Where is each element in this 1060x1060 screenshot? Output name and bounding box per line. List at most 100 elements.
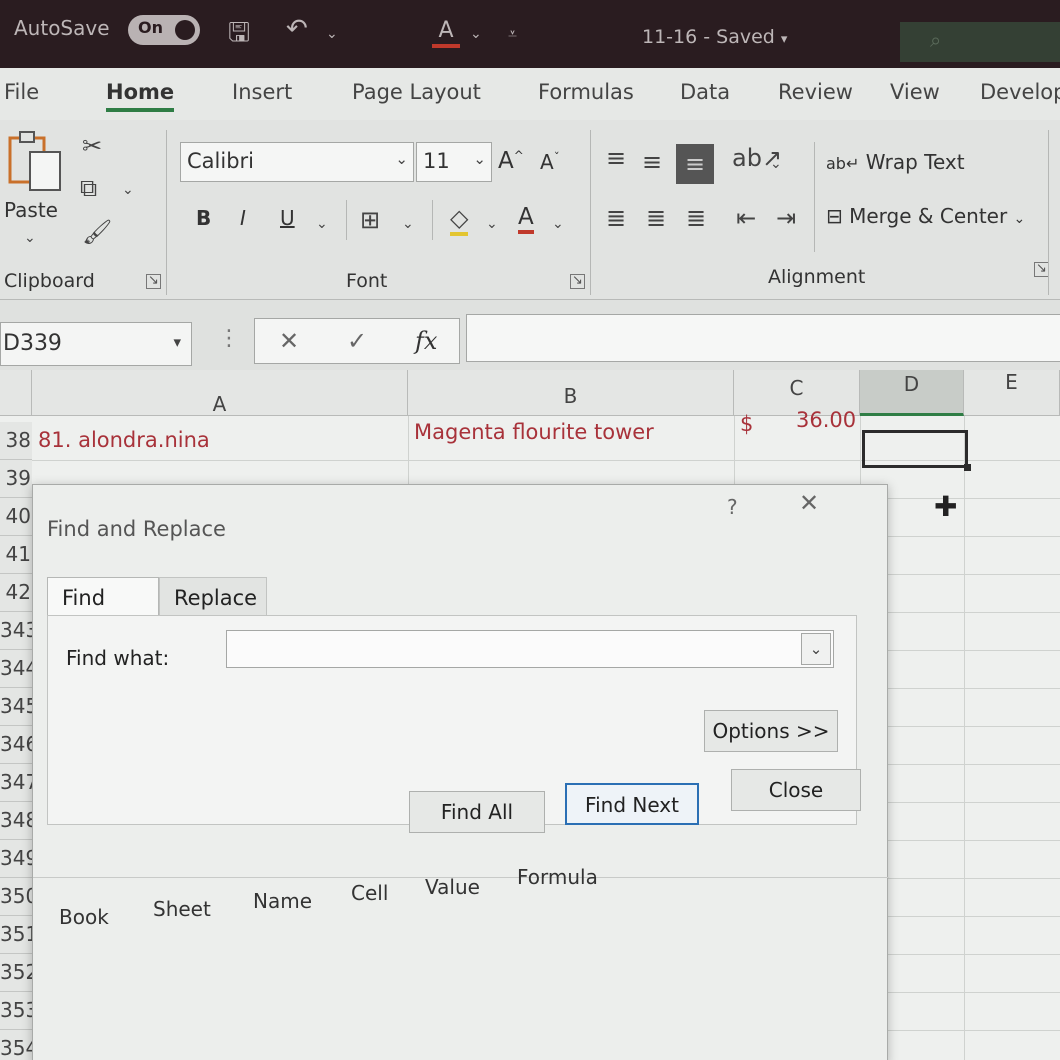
bold-button[interactable]: B (196, 206, 211, 230)
column-header-a[interactable]: A (32, 370, 408, 416)
paste-icon[interactable] (8, 130, 62, 192)
row-header[interactable]: 349 (0, 840, 32, 878)
grow-font-button[interactable]: A^ (498, 148, 524, 174)
row-header[interactable]: 348 (0, 802, 32, 840)
align-middle-icon[interactable]: ≡ (642, 148, 662, 176)
italic-button[interactable]: I (240, 206, 246, 230)
tab-file[interactable]: File (4, 80, 39, 104)
align-bottom-icon[interactable]: ≡ (676, 144, 714, 184)
row-header[interactable]: 40 (0, 498, 32, 536)
find-next-button[interactable]: Find Next (565, 783, 699, 825)
merge-center-button[interactable]: ⊟ Merge & Center ⌄ (826, 204, 1025, 228)
align-top-icon[interactable]: ≡ (606, 144, 626, 172)
chevron-down-icon[interactable]: ⌄ (801, 633, 831, 665)
cut-icon[interactable]: ✂ (82, 132, 102, 160)
cell-c338-value[interactable]: 36.00 (796, 408, 856, 432)
row-header[interactable]: 39 (0, 460, 32, 498)
find-what-input[interactable]: ⌄ (226, 630, 834, 668)
find-all-button[interactable]: Find All (409, 791, 545, 833)
formula-input[interactable] (466, 314, 1060, 362)
column-header-b[interactable]: B (408, 370, 734, 416)
font-size-combo[interactable]: 11 ⌄ (416, 142, 492, 182)
align-center-icon[interactable]: ≣ (646, 204, 666, 232)
tab-formulas[interactable]: Formulas (538, 80, 634, 104)
paste-dropdown-icon[interactable]: ⌄ (24, 224, 36, 252)
tab-home[interactable]: Home (106, 80, 175, 112)
alignment-launcher-icon[interactable]: ↘ (1034, 262, 1049, 277)
align-left-icon[interactable]: ≣ (606, 204, 626, 232)
select-all-corner[interactable] (0, 370, 32, 416)
document-title[interactable]: 11-16 - Saved ▾ (642, 26, 787, 48)
copy-icon[interactable]: ⧉ (80, 174, 97, 202)
column-header-d[interactable]: D (860, 370, 964, 416)
search-box[interactable]: ⌕ (900, 22, 1060, 62)
cell-b338[interactable]: Magenta flourite tower (414, 420, 654, 444)
row-header[interactable]: 42 (0, 574, 32, 612)
font-color-quick-icon[interactable]: A (432, 18, 460, 48)
underline-button[interactable]: U (280, 206, 295, 230)
row-header[interactable]: 353 (0, 992, 32, 1030)
wrap-text-button[interactable]: ab↵ Wrap Text (826, 150, 965, 174)
increase-indent-icon[interactable]: ⇥ (776, 204, 796, 232)
results-col-book[interactable]: Book (59, 905, 109, 929)
shrink-font-button[interactable]: Aˇ (540, 150, 560, 174)
results-col-formula[interactable]: Formula (517, 865, 598, 889)
row-header[interactable]: 343 (0, 612, 32, 650)
fill-color-icon[interactable]: ◇ (450, 204, 469, 236)
borders-icon[interactable]: ⊞ (360, 206, 380, 234)
cancel-icon[interactable]: ✕ (279, 327, 299, 355)
more-options-icon[interactable]: ⋮ (218, 326, 240, 351)
results-col-value[interactable]: Value (425, 875, 480, 899)
column-header-e[interactable]: E (964, 370, 1060, 416)
tab-developer[interactable]: Develope (980, 80, 1060, 104)
row-header[interactable]: 350 (0, 878, 32, 916)
row-header[interactable]: 346 (0, 726, 32, 764)
row-header[interactable]: 41 (0, 536, 32, 574)
enter-icon[interactable]: ✓ (347, 327, 367, 355)
decrease-indent-icon[interactable]: ⇤ (736, 204, 756, 232)
row-header[interactable]: 351 (0, 916, 32, 954)
undo-dropdown-icon[interactable]: ⌄ (326, 26, 338, 42)
results-col-sheet[interactable]: Sheet (153, 897, 211, 921)
results-col-name[interactable]: Name (253, 889, 312, 913)
font-color-button[interactable]: A (518, 204, 534, 234)
paste-label[interactable]: Paste (4, 198, 58, 222)
active-cell-d339[interactable] (862, 430, 971, 471)
orientation-dropdown-icon[interactable]: ⌄ (770, 150, 782, 178)
tab-page-layout[interactable]: Page Layout (352, 80, 481, 104)
copy-dropdown-icon[interactable]: ⌄ (122, 176, 134, 204)
clipboard-launcher-icon[interactable]: ↘ (146, 274, 161, 289)
tab-find[interactable]: Find (47, 577, 159, 617)
customize-toolbar-icon[interactable]: ⩡ (508, 24, 517, 44)
tab-data[interactable]: Data (680, 80, 730, 104)
undo-icon[interactable]: ↶ (286, 14, 308, 44)
font-launcher-icon[interactable]: ↘ (570, 274, 585, 289)
close-icon[interactable]: ✕ (799, 489, 819, 517)
autosave-toggle[interactable]: On (128, 15, 200, 45)
align-right-icon[interactable]: ≣ (686, 204, 706, 232)
cell-c338-currency[interactable]: $ (740, 412, 753, 436)
results-col-cell[interactable]: Cell (351, 881, 388, 905)
close-button[interactable]: Close (731, 769, 861, 811)
fill-color-dropdown-icon[interactable]: ⌄ (486, 210, 498, 238)
row-header[interactable]: 345 (0, 688, 32, 726)
font-color-dropdown-icon[interactable]: ⌄ (552, 210, 564, 238)
insert-function-icon[interactable]: fx (415, 327, 437, 355)
row-header[interactable]: 347 (0, 764, 32, 802)
font-name-combo[interactable]: Calibri ⌄ (180, 142, 414, 182)
tab-view[interactable]: View (890, 80, 940, 104)
font-color-dropdown-icon[interactable]: ⌄ (470, 26, 482, 42)
options-button[interactable]: Options >> (704, 710, 838, 752)
help-icon[interactable]: ? (727, 495, 738, 519)
save-icon[interactable]: 🖫 (228, 14, 250, 58)
underline-dropdown-icon[interactable]: ⌄ (316, 210, 328, 238)
borders-dropdown-icon[interactable]: ⌄ (402, 210, 414, 238)
row-header[interactable]: 38 (0, 422, 32, 460)
row-header[interactable]: 354 (0, 1030, 32, 1060)
tab-insert[interactable]: Insert (232, 80, 292, 104)
row-header[interactable]: 344 (0, 650, 32, 688)
tab-review[interactable]: Review (778, 80, 853, 104)
tab-replace[interactable]: Replace (159, 577, 267, 617)
row-header[interactable]: 352 (0, 954, 32, 992)
cell-a338[interactable]: 81. alondra.nina (38, 428, 210, 452)
